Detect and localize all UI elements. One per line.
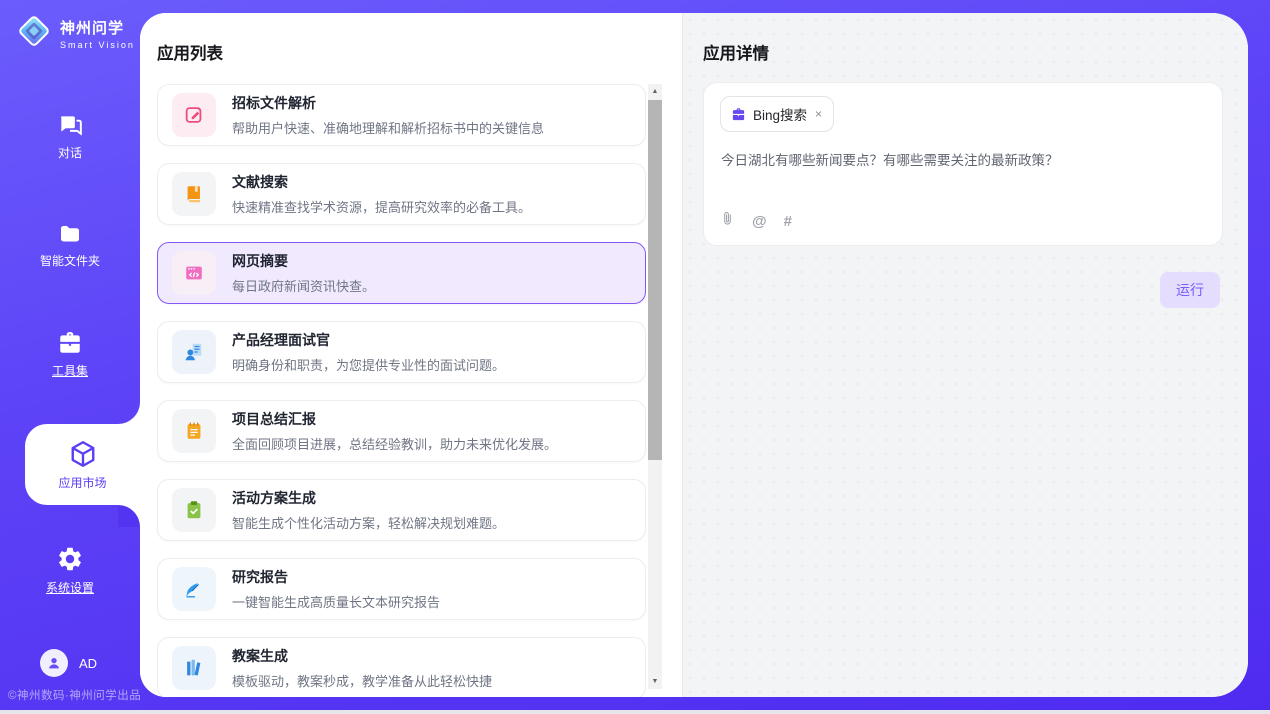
app-name: 产品经理面试官	[232, 330, 505, 350]
sidebar-item-app-market[interactable]: 应用市场	[25, 424, 140, 505]
sidebar-item-label: 智能文件夹	[0, 252, 140, 269]
hash-icon[interactable]: #	[784, 213, 792, 230]
books-icon	[172, 646, 216, 690]
scrollbar-up-arrow[interactable]: ▲	[648, 84, 662, 99]
user-initials: AD	[79, 656, 97, 671]
gear-icon	[56, 545, 84, 573]
app-card-research-report[interactable]: 研究报告 一键智能生成高质量长文本研究报告	[157, 558, 646, 620]
cube-icon	[68, 439, 98, 469]
interviewer-icon	[172, 330, 216, 374]
app-card-literature-search[interactable]: 文献搜索 快速精准查找学术资源，提高研究效率的必备工具。	[157, 163, 646, 225]
query-input-card[interactable]: Bing搜索 × 今日湖北有哪些新闻要点？有哪些需要关注的最新政策？ @ #	[703, 82, 1223, 246]
diamond-logo-icon	[16, 13, 52, 54]
app-description: 智能生成个性化活动方案，轻松解决规划难题。	[232, 513, 505, 532]
run-button[interactable]: 运行	[1160, 272, 1220, 308]
brand-subtitle: Smart Vision	[60, 40, 135, 50]
user-account[interactable]: AD	[40, 649, 97, 677]
app-detail-panel: 应用详情 Bing搜索 × 今日湖北有哪些新闻要点？有哪些需要关注的最新政策？ …	[682, 13, 1248, 697]
app-description: 一键智能生成高质量长文本研究报告	[232, 592, 440, 611]
sidebar-item-smart-folder[interactable]: 智能文件夹	[0, 222, 140, 269]
clipboard-check-icon	[172, 488, 216, 532]
webpage-code-icon	[172, 251, 216, 295]
close-icon[interactable]: ×	[814, 107, 823, 121]
sidebar-item-label: 应用市场	[58, 474, 106, 491]
tool-chip-label: Bing搜索	[753, 104, 807, 124]
app-list-panel: 应用列表 招标文件解析 帮助用户快速、准确地理解和解析招标书中的关键信息	[140, 13, 682, 697]
attachment-toolbar: @ #	[720, 210, 792, 232]
app-card-bid-parsing[interactable]: 招标文件解析 帮助用户快速、准确地理解和解析招标书中的关键信息	[157, 84, 646, 146]
app-description: 每日政府新闻资讯快查。	[232, 276, 375, 295]
scrollbar-thumb[interactable]	[648, 100, 662, 460]
brand-logo: 神州问学 Smart Vision	[16, 13, 135, 54]
notepad-icon	[172, 409, 216, 453]
tool-chip-bing-search[interactable]: Bing搜索 ×	[720, 96, 834, 132]
app-card-project-summary[interactable]: 项目总结汇报 全面回顾项目进展，总结经验教训，助力未来优化发展。	[157, 400, 646, 462]
app-description: 快速精准查找学术资源，提高研究效率的必备工具。	[232, 197, 531, 216]
query-textarea[interactable]: 今日湖北有哪些新闻要点？有哪些需要关注的最新政策？	[721, 151, 1205, 171]
app-detail-title: 应用详情	[703, 40, 769, 64]
sidebar-item-settings[interactable]: 系统设置	[0, 545, 140, 596]
person-icon	[46, 655, 62, 671]
bubble-notch	[118, 505, 140, 527]
folder-icon	[56, 222, 84, 246]
bubble-notch	[118, 402, 140, 424]
app-name: 教案生成	[232, 646, 492, 666]
avatar	[40, 649, 68, 677]
app-name: 网页摘要	[232, 251, 375, 271]
app-name: 活动方案生成	[232, 488, 505, 508]
chat-icon	[56, 112, 84, 138]
book-icon	[172, 172, 216, 216]
briefcase-icon	[56, 330, 84, 356]
sidebar-item-label: 对话	[0, 144, 140, 161]
sidebar-item-chat[interactable]: 对话	[0, 112, 140, 161]
app-description: 帮助用户快速、准确地理解和解析招标书中的关键信息	[232, 118, 544, 137]
copyright-footer: ©神州数码·神州问学出品	[8, 687, 141, 703]
app-card-event-plan[interactable]: 活动方案生成 智能生成个性化活动方案，轻松解决规划难题。	[157, 479, 646, 541]
sidebar: 神州问学 Smart Vision 对话 智能文件夹 工具集 应用市场	[0, 0, 140, 710]
app-card-lesson-plan[interactable]: 教案生成 模板驱动，教案秒成，教学准备从此轻松快捷	[157, 637, 646, 697]
app-name: 研究报告	[232, 567, 440, 587]
edit-document-icon	[172, 93, 216, 137]
app-list: 招标文件解析 帮助用户快速、准确地理解和解析招标书中的关键信息 文献搜索 快速精…	[157, 84, 646, 697]
app-description: 模板驱动，教案秒成，教学准备从此轻松快捷	[232, 671, 492, 690]
sidebar-item-label: 工具集	[0, 362, 140, 379]
sidebar-item-label: 系统设置	[0, 579, 140, 596]
app-name: 招标文件解析	[232, 93, 544, 113]
app-list-scrollbar[interactable]: ▲ ▼	[648, 84, 662, 689]
sidebar-item-toolset[interactable]: 工具集	[0, 330, 140, 379]
app-description: 全面回顾项目进展，总结经验教训，助力未来优化发展。	[232, 434, 557, 453]
scrollbar-down-arrow[interactable]: ▼	[648, 674, 662, 689]
app-card-webpage-summary[interactable]: 网页摘要 每日政府新闻资讯快查。	[157, 242, 646, 304]
app-card-pm-interviewer[interactable]: 产品经理面试官 明确身份和职责，为您提供专业性的面试问题。	[157, 321, 646, 383]
app-name: 文献搜索	[232, 172, 531, 192]
brand-name: 神州问学	[60, 17, 135, 38]
app-name: 项目总结汇报	[232, 409, 557, 429]
app-description: 明确身份和职责，为您提供专业性的面试问题。	[232, 355, 505, 374]
quill-icon	[172, 567, 216, 611]
at-icon[interactable]: @	[752, 213, 767, 230]
briefcase-icon	[731, 107, 746, 122]
main-content: 应用列表 招标文件解析 帮助用户快速、准确地理解和解析招标书中的关键信息	[140, 13, 1248, 697]
app-list-title: 应用列表	[157, 40, 223, 64]
page-bottom-edge	[0, 710, 1270, 714]
paperclip-icon[interactable]	[720, 210, 735, 232]
